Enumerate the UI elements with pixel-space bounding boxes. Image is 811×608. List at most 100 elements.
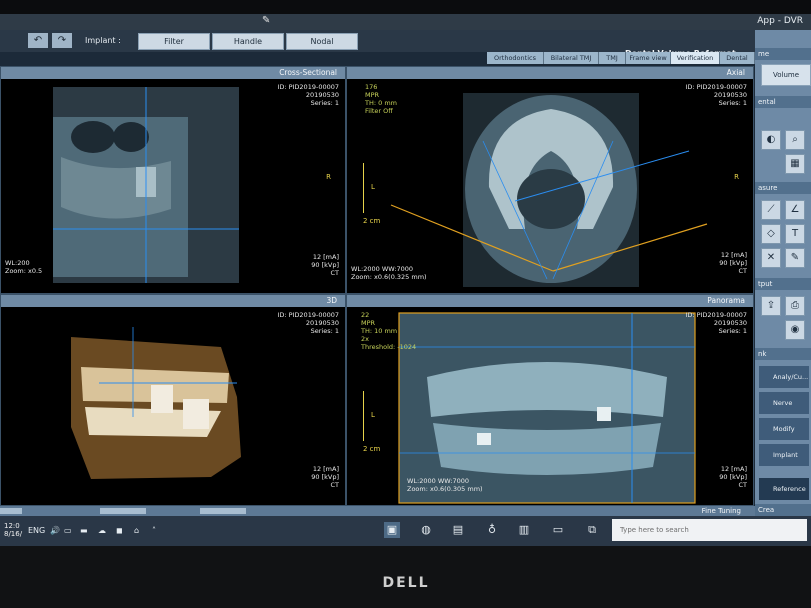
search-input[interactable]: Type here to search [612, 519, 807, 541]
patient-id: ID: PID2019-00007 [277, 311, 339, 319]
delete-icon[interactable]: ✕ [761, 248, 781, 268]
ma-label: 12 [mA] [720, 251, 747, 259]
window-level: WL:2000 WW:7000 [351, 265, 414, 273]
fine-tuning-bar[interactable]: Fine Tuning [0, 506, 755, 516]
series-label: Series: 1 [718, 327, 747, 335]
folder-icon[interactable]: ▭ [550, 522, 566, 538]
sidebar-item-nerve[interactable]: Nerve [759, 392, 809, 414]
study-date: 20190530 [305, 91, 339, 99]
angle-icon[interactable]: ∠ [785, 200, 805, 220]
undo-icon[interactable]: ↶ [28, 33, 48, 48]
kvp-label: 90 [kVp] [311, 261, 339, 269]
chrome-icon[interactable]: ◍ [418, 522, 434, 538]
monitor-bezel-top [0, 0, 811, 14]
right-sidebar: me Volume ental ◐ ⌕ ▦ asure ⟋ ∠ ◇ T ✕ ✎ … [755, 30, 811, 546]
three-d-info-bottom: 12 [mA] 90 [kVp] CT [311, 465, 339, 489]
sidebar-item-create[interactable]: Crea [755, 504, 811, 516]
chevron-up-icon[interactable]: ˄ [152, 526, 156, 535]
handle-button[interactable]: Handle [212, 33, 284, 50]
modality-label: CT [738, 267, 747, 275]
print-icon[interactable]: ⎙ [785, 296, 805, 316]
cross-sectional-image [53, 87, 239, 283]
scale-bar [363, 391, 364, 441]
cross-wl-zoom: WL:200 Zoom: x0.5 [5, 259, 42, 275]
tab-tmj[interactable]: TMJ [599, 52, 626, 64]
panorama-info-bottom: 12 [mA] 90 [kVp] CT [719, 465, 747, 489]
panel-title: Axial [726, 68, 745, 77]
sidebar-item-analysis[interactable]: Analy/Cu... [759, 366, 809, 388]
network-icon[interactable]: ▭ [64, 526, 72, 535]
language-indicator[interactable]: ENG [28, 526, 45, 535]
clock[interactable]: 12:0 8/16/ [4, 522, 22, 538]
nodal-button[interactable]: Nodal [286, 33, 358, 50]
series-label: Series: 1 [310, 99, 339, 107]
tab-bar: Dental Verification Frame view TMJ Bilat… [430, 52, 755, 64]
export-icon[interactable]: ⇪ [761, 296, 781, 316]
fine-tuning-control[interactable] [100, 508, 146, 514]
sidebar-panel-header: ental [755, 96, 811, 108]
battery-icon[interactable]: ▬ [80, 526, 88, 535]
patient-id: ID: PID2019-00007 [685, 311, 747, 319]
kvp-label: 90 [kVp] [719, 259, 747, 267]
sidebar-section-measure: asure [755, 182, 811, 194]
axial-panel[interactable]: Axial 176 MPR TH: 0 mm Filter Off L 2 cm… [346, 66, 754, 294]
threshold-label: Threshold: -1024 [361, 343, 417, 351]
sidebar-section-output: tput [755, 278, 811, 290]
cross-sectional-panel[interactable]: Cross-Sectional ID: PID2019-00007 201905… [0, 66, 346, 294]
patient-id: ID: PID2019-00007 [277, 83, 339, 91]
fine-tuning-control[interactable] [200, 508, 246, 514]
tab-frame-view[interactable]: Frame view [626, 52, 671, 64]
tab-dental[interactable]: Dental [720, 52, 755, 64]
tray-app-icon[interactable]: ◼ [116, 526, 123, 535]
store-icon[interactable]: ▥ [516, 522, 532, 538]
orientation-r: R [326, 173, 331, 181]
orientation-l: L [371, 183, 375, 191]
axial-image [390, 93, 708, 287]
volume-button[interactable]: Volume [761, 64, 811, 86]
axial-info-top: ID: PID2019-00007 20190530 Series: 1 [685, 83, 747, 107]
modality-label: CT [330, 269, 339, 277]
document-icon[interactable]: ▤ [450, 522, 466, 538]
capture-icon[interactable]: ◉ [785, 320, 805, 340]
sidebar-section-link: nk [755, 348, 811, 360]
study-date: 20190530 [713, 319, 747, 327]
task-view-icon[interactable]: ⧉ [584, 522, 600, 538]
sidebar-item-reference[interactable]: Reference [759, 478, 809, 500]
axial-wl-zoom: WL:2000 WW:7000 Zoom: x0.6(0.325 mm) [351, 265, 427, 281]
contrast-icon[interactable]: ◐ [761, 130, 781, 150]
volume-icon[interactable]: 🔊 [50, 526, 60, 535]
brush-icon[interactable]: ✎ [785, 248, 805, 268]
sidebar-item-implant[interactable]: Implant [759, 444, 809, 466]
cloud-icon[interactable]: ☁ [98, 526, 106, 535]
implant-label: Implant : [85, 36, 121, 45]
tab-orthodontics[interactable]: Orthodontics [487, 52, 544, 64]
filter-button[interactable]: Filter [138, 33, 210, 50]
zoom-level: Zoom: x0.6(0.325 mm) [351, 273, 427, 281]
tab-bilateral-tmj[interactable]: Bilateral TMJ [544, 52, 599, 64]
tab-verification[interactable]: Verification [671, 52, 720, 64]
axial-info-bottom: 12 [mA] 90 [kVp] CT [719, 251, 747, 275]
pin-icon[interactable]: ✎ [262, 15, 270, 26]
window-level: WL:200 [5, 259, 30, 267]
tooth-icon[interactable]: ♁ [484, 522, 500, 538]
zoom-icon[interactable]: ⌕ [785, 130, 805, 150]
panel-header: Cross-Sectional [1, 67, 345, 79]
panel-header: Axial [347, 67, 753, 79]
title-bar: ✎ App - DVR [0, 14, 811, 31]
fine-tuning-control[interactable] [0, 508, 22, 514]
sidebar-item-modify[interactable]: Modify [759, 418, 809, 440]
tray-app-icon[interactable]: ⌂ [134, 526, 139, 535]
redo-icon[interactable]: ↷ [52, 33, 72, 48]
text-icon[interactable]: T [785, 224, 805, 244]
area-icon[interactable]: ◇ [761, 224, 781, 244]
panorama-panel[interactable]: Panorama 22 MPR TH: 10 mm 2x Threshold: … [346, 294, 754, 506]
ma-label: 12 [mA] [312, 253, 339, 261]
app-taskbar-icon[interactable]: ▣ [384, 522, 400, 538]
layout-icon[interactable]: ▦ [785, 154, 805, 174]
monitor-logo: DELL [382, 575, 430, 591]
window-level: WL:2000 WW:7000 [407, 477, 470, 485]
three-d-panel[interactable]: 3D ID: PID2019-00007 20190530 Series: 1 … [0, 294, 346, 506]
scale-label: 2 cm [363, 217, 381, 225]
slice-number: 22 [361, 311, 370, 319]
ruler-icon[interactable]: ⟋ [761, 200, 781, 220]
